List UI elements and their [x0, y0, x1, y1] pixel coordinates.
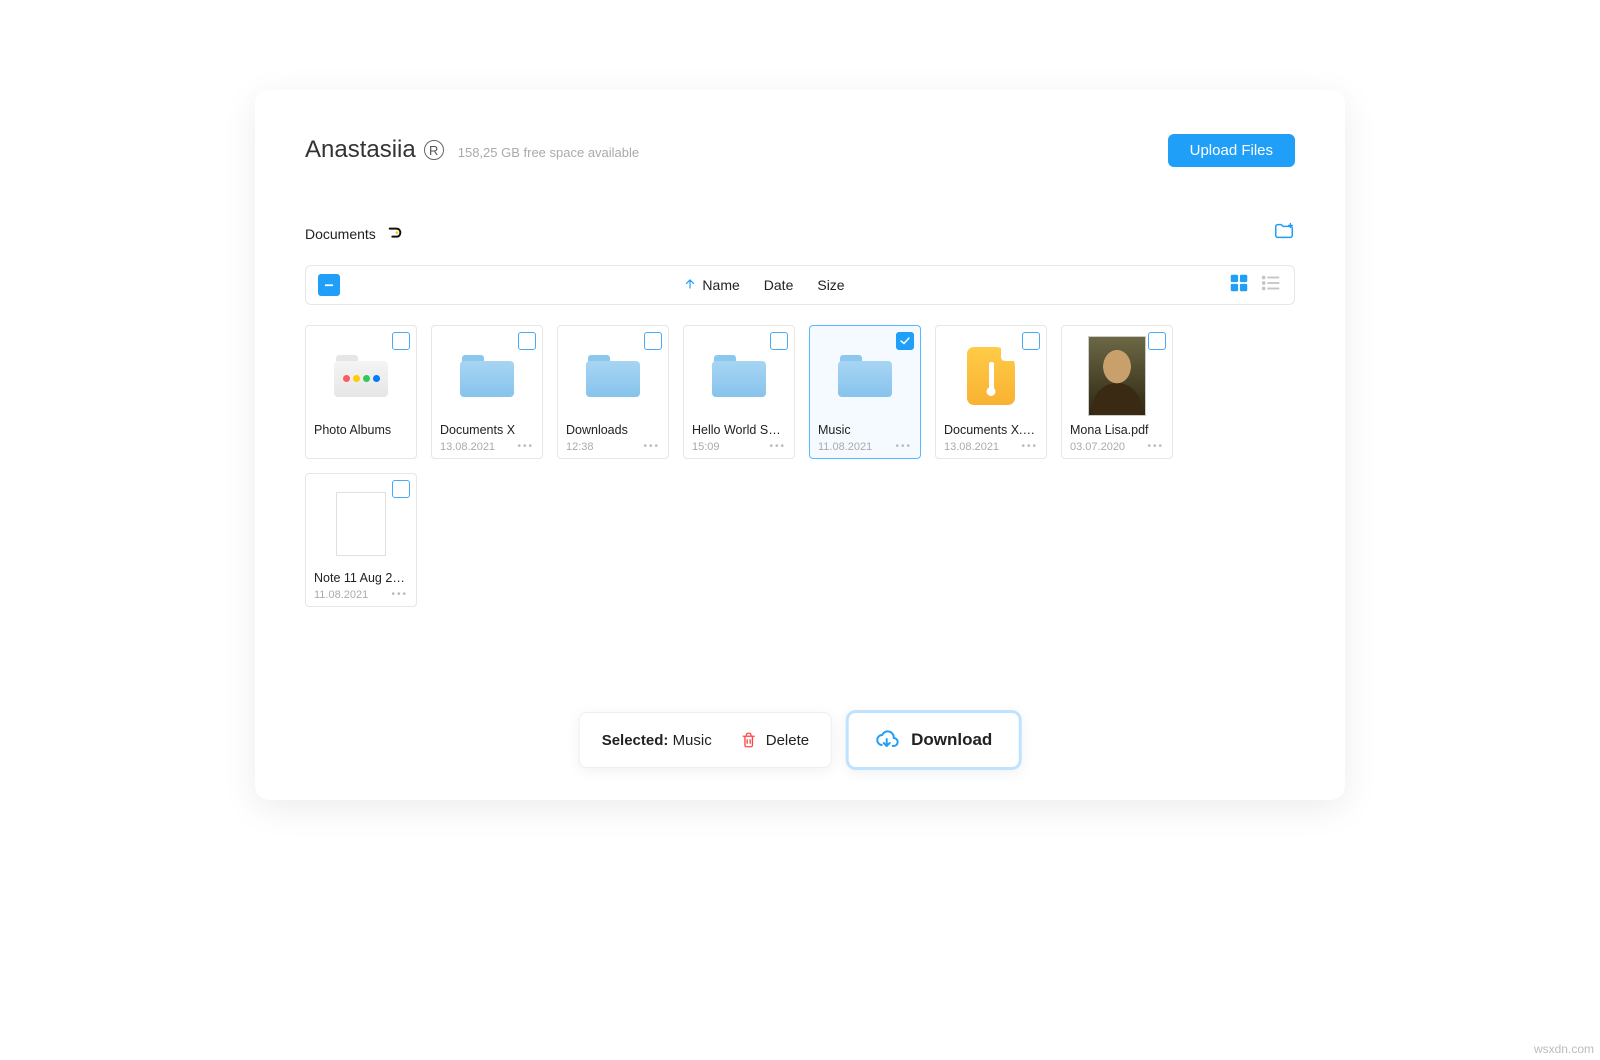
note-file-icon: [336, 492, 386, 556]
view-grid-icon[interactable]: [1228, 272, 1250, 299]
file-date: 13.08.2021: [944, 441, 999, 453]
free-space-label: 158,25 GB free space available: [458, 145, 639, 160]
selected-label: Selected: Music: [602, 732, 712, 749]
file-checkbox[interactable]: [644, 332, 662, 350]
file-checkbox[interactable]: [1148, 332, 1166, 350]
sort-size-label: Size: [817, 277, 844, 293]
file-name: Music: [818, 423, 912, 437]
sort-by-date[interactable]: Date: [764, 277, 794, 293]
file-tile[interactable]: Documents X.zip 13.08.2021 •••: [935, 325, 1047, 459]
file-checkbox[interactable]: [518, 332, 536, 350]
breadcrumb-label: Documents: [305, 226, 376, 242]
view-toggle: [1228, 272, 1282, 299]
sort-by-size[interactable]: Size: [817, 277, 844, 293]
selected-item-name: Music: [673, 732, 712, 749]
file-footer: 03.07.2020 •••: [1070, 439, 1164, 455]
file-more-icon[interactable]: •••: [769, 442, 786, 452]
folder-icon: [460, 355, 514, 397]
file-more-icon[interactable]: •••: [391, 590, 408, 600]
sort-asc-icon: [683, 277, 697, 294]
folder-icon: [586, 355, 640, 397]
file-checkbox[interactable]: [392, 480, 410, 498]
breadcrumb[interactable]: Documents: [305, 225, 404, 243]
account-name-text: Anastasiia: [305, 136, 416, 164]
file-tile[interactable]: Music 11.08.2021 •••: [809, 325, 921, 459]
header-left: Anastasiia R 158,25 GB free space availa…: [305, 136, 639, 164]
breadcrumb-row: Documents: [305, 220, 1295, 247]
file-name: Documents X.zip: [944, 423, 1038, 437]
file-name: Photo Albums: [314, 423, 408, 437]
file-name: Downloads: [566, 423, 660, 437]
file-date: 11.08.2021: [818, 441, 872, 453]
file-more-icon[interactable]: •••: [643, 442, 660, 452]
file-name: Note 11 Aug 202...: [314, 571, 408, 585]
file-tile[interactable]: Hello World Sour... 15:09 •••: [683, 325, 795, 459]
sort-date-label: Date: [764, 277, 794, 293]
file-footer: 15:09 •••: [692, 439, 786, 455]
file-name: Mona Lisa.pdf: [1070, 423, 1164, 437]
file-checkbox[interactable]: [770, 332, 788, 350]
delete-button[interactable]: Delete: [740, 731, 809, 749]
file-tile[interactable]: Mona Lisa.pdf 03.07.2020 •••: [1061, 325, 1173, 459]
file-tile[interactable]: Note 11 Aug 202... 11.08.2021 •••: [305, 473, 417, 607]
file-date: 12:38: [566, 441, 594, 453]
file-footer: 13.08.2021 •••: [944, 439, 1038, 455]
sort-group: Name Date Size: [683, 277, 844, 294]
file-tile[interactable]: Photo Albums•••: [305, 325, 417, 459]
sort-name-label: Name: [702, 277, 739, 293]
file-name: Hello World Sour...: [692, 423, 786, 437]
download-label: Download: [911, 730, 992, 750]
file-date: 03.07.2020: [1070, 441, 1125, 453]
file-more-icon[interactable]: •••: [1021, 442, 1038, 452]
file-tile[interactable]: Documents X 13.08.2021 •••: [431, 325, 543, 459]
file-checkbox[interactable]: [392, 332, 410, 350]
watermark: wsxdn.com: [1534, 1042, 1594, 1056]
file-date: 11.08.2021: [314, 589, 368, 601]
toolbar: Name Date Size: [305, 265, 1295, 305]
file-footer: 13.08.2021 •••: [440, 439, 534, 455]
folder-icon: [712, 355, 766, 397]
file-footer: 11.08.2021 •••: [818, 439, 912, 455]
header: Anastasiia R 158,25 GB free space availa…: [305, 130, 1295, 170]
action-bar: Selected: Music Delete Download: [579, 710, 1022, 770]
file-checkbox[interactable]: [1022, 332, 1040, 350]
app-panel: Anastasiia R 158,25 GB free space availa…: [255, 90, 1345, 800]
select-all-checkbox[interactable]: [318, 274, 340, 296]
action-bar-info: Selected: Music Delete: [579, 712, 832, 768]
photo-albums-folder-icon: [334, 355, 388, 397]
file-more-icon[interactable]: •••: [1147, 442, 1164, 452]
file-tile[interactable]: Downloads 12:38 •••: [557, 325, 669, 459]
file-date: 13.08.2021: [440, 441, 495, 453]
sort-by-name[interactable]: Name: [683, 277, 739, 294]
file-checkbox[interactable]: [896, 332, 914, 350]
account-name: Anastasiia R: [305, 136, 444, 164]
image-thumbnail: [1088, 336, 1146, 416]
folder-icon: [838, 355, 892, 397]
file-name: Documents X: [440, 423, 534, 437]
download-button[interactable]: Download: [846, 710, 1021, 770]
file-grid: Photo Albums•••Documents X13.08.2021•••D…: [305, 325, 1295, 607]
delete-label: Delete: [766, 732, 809, 749]
zip-file-icon: [967, 347, 1015, 405]
file-more-icon[interactable]: •••: [517, 442, 534, 452]
file-footer: 11.08.2021 •••: [314, 587, 408, 603]
new-folder-icon[interactable]: [1273, 220, 1295, 247]
selected-prefix: Selected:: [602, 732, 673, 749]
upload-files-button[interactable]: Upload Files: [1168, 134, 1295, 167]
file-date: 15:09: [692, 441, 720, 453]
file-more-icon[interactable]: •••: [895, 442, 912, 452]
documents-brand-icon: [386, 225, 404, 243]
registered-icon: R: [424, 140, 444, 160]
file-footer: 12:38 •••: [566, 439, 660, 455]
view-list-icon[interactable]: [1260, 272, 1282, 299]
